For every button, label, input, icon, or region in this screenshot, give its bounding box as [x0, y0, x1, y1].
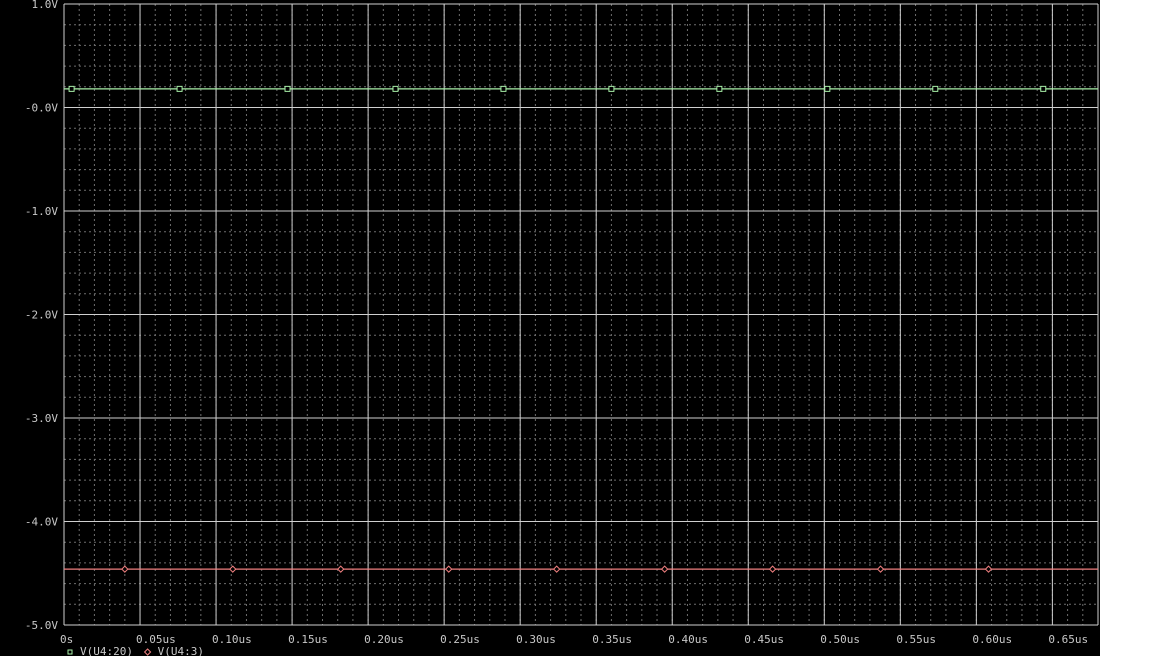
series-marker-0: [1040, 85, 1047, 92]
x-tick-label: 0.50us: [820, 633, 860, 646]
series-marker-0: [608, 85, 615, 92]
x-tick-label: 0s: [60, 633, 73, 646]
y-tick-label: -2.0V: [25, 309, 58, 322]
x-tick-label: 0.65us: [1048, 633, 1088, 646]
x-tick-label: 0.10us: [212, 633, 252, 646]
x-tick-label: 0.60us: [972, 633, 1012, 646]
series-marker-0: [716, 85, 723, 92]
y-tick-label: -1.0V: [25, 205, 58, 218]
x-tick-label: 0.20us: [364, 633, 404, 646]
x-tick-label: 0.15us: [288, 633, 328, 646]
plot-background: [0, 0, 1100, 656]
x-tick-label: 0.40us: [668, 633, 708, 646]
x-tick-label: 0.25us: [440, 633, 480, 646]
y-tick-label: -0.0V: [25, 102, 58, 115]
x-tick-label: 0.45us: [744, 633, 784, 646]
y-tick-label: 1.0V: [32, 0, 59, 11]
series-marker-0: [500, 85, 507, 92]
series-marker-0: [824, 85, 831, 92]
right-panel: [1100, 0, 1152, 656]
series-marker-0: [932, 85, 939, 92]
series-marker-0: [284, 85, 291, 92]
x-tick-label: 0.30us: [516, 633, 556, 646]
series-marker-0: [176, 85, 183, 92]
x-tick-label: 0.55us: [896, 633, 936, 646]
y-tick-label: -5.0V: [25, 619, 58, 632]
series-marker-0: [392, 85, 399, 92]
series-marker-0: [68, 85, 75, 92]
y-tick-label: -3.0V: [25, 412, 58, 425]
waveform-plot[interactable]: 1.0V-0.0V-1.0V-2.0V-3.0V-4.0V-5.0V 0s 0.0…: [0, 0, 1152, 656]
legend-label-1: V(U4:3): [158, 645, 204, 656]
y-tick-label: -4.0V: [25, 516, 58, 529]
x-tick-label: 0.35us: [592, 633, 632, 646]
legend-label-0: V(U4:20): [80, 645, 133, 656]
